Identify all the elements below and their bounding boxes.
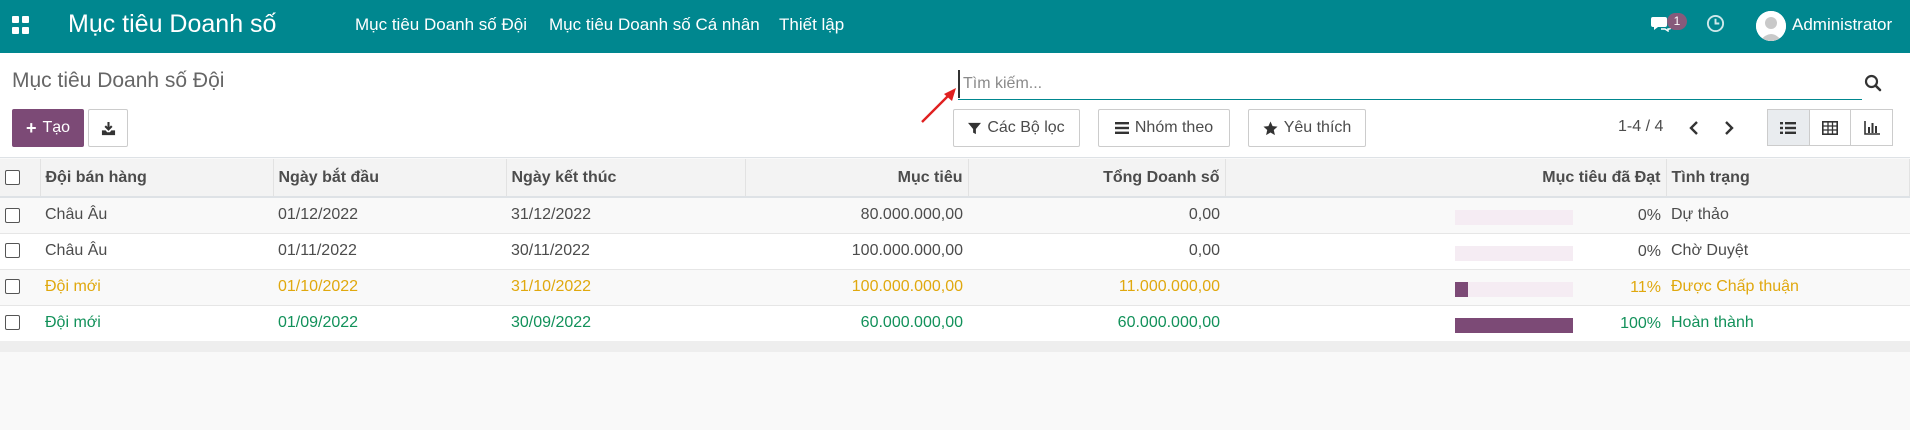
cell-total-sales: 60.000.000,00 bbox=[968, 305, 1225, 342]
table-grid-icon bbox=[1822, 120, 1838, 135]
cell-target: 60.000.000,00 bbox=[745, 305, 968, 342]
cell-status: Dự thảo bbox=[1666, 197, 1910, 234]
progress-fill bbox=[1455, 317, 1573, 333]
filter-icon bbox=[968, 122, 982, 134]
menu-team-targets[interactable]: Mục tiêu Doanh số Đội bbox=[355, 15, 527, 35]
col-team[interactable]: Đội bán hàng bbox=[40, 159, 274, 198]
group-by-label: Nhóm theo bbox=[1134, 119, 1214, 136]
progress-text: 0% bbox=[1637, 242, 1661, 260]
view-switcher bbox=[1767, 109, 1893, 146]
menu-personal-targets[interactable]: Mục tiêu Doanh số Cá nhân bbox=[549, 15, 760, 35]
filters-label: Các Bộ lọc bbox=[987, 119, 1065, 136]
list-view-icon bbox=[1780, 121, 1797, 134]
download-icon bbox=[101, 121, 115, 135]
progress-bar bbox=[1455, 210, 1573, 225]
progress-text: 100% bbox=[1620, 314, 1661, 332]
graph-view-button[interactable] bbox=[1851, 110, 1892, 145]
table-row[interactable]: Châu Âu 01/11/2022 30/11/2022 100.000.00… bbox=[0, 233, 1910, 270]
row-checkbox[interactable] bbox=[5, 279, 20, 295]
search-input[interactable] bbox=[958, 70, 1818, 98]
select-all-checkbox[interactable] bbox=[5, 169, 20, 185]
table-header-row: Đội bán hàng Ngày bắt đầu Ngày kết thúc … bbox=[0, 159, 1910, 198]
cell-team: Châu Âu bbox=[40, 233, 273, 270]
progress-bar bbox=[1455, 281, 1573, 297]
pivot-view-button[interactable] bbox=[1810, 110, 1852, 145]
cell-achieved: 0% bbox=[1225, 197, 1666, 234]
progress-bar bbox=[1455, 245, 1573, 261]
group-by-button[interactable]: Nhóm theo bbox=[1098, 109, 1230, 147]
avatar-icon bbox=[1756, 11, 1786, 41]
cell-team: Đội mới bbox=[40, 269, 273, 306]
clock-icon[interactable] bbox=[1706, 14, 1725, 33]
cell-start-date: 01/09/2022 bbox=[273, 305, 506, 342]
cell-start-date: 01/10/2022 bbox=[273, 269, 506, 306]
cell-end-date: 30/09/2022 bbox=[506, 305, 745, 342]
pager-next-button[interactable] bbox=[1717, 116, 1741, 140]
pager-previous-button[interactable] bbox=[1682, 116, 1706, 140]
breadcrumb: Mục tiêu Doanh số Đội bbox=[12, 69, 225, 92]
list-bars-icon bbox=[1114, 122, 1129, 134]
search-bar bbox=[958, 70, 1882, 100]
table-row[interactable]: Đội mới 01/10/2022 31/10/2022 100.000.00… bbox=[0, 269, 1910, 306]
cell-end-date: 31/12/2022 bbox=[506, 197, 745, 234]
col-total-sales[interactable]: Tổng Doanh số bbox=[968, 159, 1226, 198]
cell-target: 100.000.000,00 bbox=[745, 233, 968, 270]
chevron-left-icon bbox=[1689, 121, 1698, 135]
user-name[interactable]: Administrator bbox=[1792, 15, 1892, 35]
plus-icon: + bbox=[25, 117, 37, 138]
cell-team: Đội mới bbox=[40, 305, 273, 342]
download-button[interactable] bbox=[88, 109, 128, 147]
col-achieved[interactable]: Mục tiêu đã Đạt bbox=[1225, 159, 1667, 198]
top-navbar: Mục tiêu Doanh số Mục tiêu Doanh số Đội … bbox=[0, 0, 1910, 53]
progress-text: 0% bbox=[1637, 207, 1661, 224]
search-icon[interactable] bbox=[1864, 74, 1882, 92]
cell-total-sales: 0,00 bbox=[968, 197, 1225, 234]
row-checkbox[interactable] bbox=[5, 243, 20, 259]
cell-team: Châu Âu bbox=[40, 197, 273, 234]
cell-achieved: 11% bbox=[1225, 269, 1666, 306]
cell-status: Chờ Duyệt bbox=[1666, 233, 1910, 270]
list-view-button[interactable] bbox=[1768, 110, 1810, 145]
table-row[interactable]: Đội mới 01/09/2022 30/09/2022 60.000.000… bbox=[0, 305, 1910, 342]
chevron-right-icon bbox=[1725, 121, 1734, 135]
row-checkbox[interactable] bbox=[5, 315, 20, 331]
progress-text: 11% bbox=[1630, 278, 1661, 296]
apps-menu-icon[interactable] bbox=[12, 16, 30, 34]
create-button[interactable]: + Tạo bbox=[12, 109, 84, 147]
user-avatar[interactable] bbox=[1756, 11, 1786, 41]
progress-fill bbox=[1455, 281, 1468, 297]
favorites-label: Yêu thích bbox=[1283, 119, 1352, 136]
filters-button[interactable]: Các Bộ lọc bbox=[953, 109, 1080, 147]
favorites-button[interactable]: Yêu thích bbox=[1248, 109, 1366, 147]
cell-status: Hoàn thành bbox=[1666, 305, 1910, 342]
menu-settings[interactable]: Thiết lập bbox=[779, 15, 844, 35]
bar-chart-icon bbox=[1863, 120, 1880, 135]
col-start-date[interactable]: Ngày bắt đầu bbox=[273, 159, 507, 198]
col-end-date[interactable]: Ngày kết thúc bbox=[506, 159, 746, 198]
table-footer bbox=[0, 341, 1910, 352]
cell-target: 100.000.000,00 bbox=[745, 269, 968, 306]
table-row[interactable]: Châu Âu 01/12/2022 31/12/2022 80.000.000… bbox=[0, 197, 1910, 234]
star-icon bbox=[1263, 120, 1278, 135]
cell-achieved: 0% bbox=[1225, 233, 1666, 270]
app-brand[interactable]: Mục tiêu Doanh số bbox=[68, 10, 276, 39]
chat-count-badge: 1 bbox=[1667, 13, 1687, 30]
cell-achieved: 100% bbox=[1225, 305, 1666, 342]
cell-target: 80.000.000,00 bbox=[745, 197, 968, 234]
cell-end-date: 31/10/2022 bbox=[506, 269, 745, 306]
cell-total-sales: 0,00 bbox=[968, 233, 1225, 270]
create-label: Tạo bbox=[42, 119, 71, 136]
select-all-cell[interactable] bbox=[0, 159, 41, 198]
row-checkbox[interactable] bbox=[5, 207, 20, 223]
col-target[interactable]: Mục tiêu bbox=[745, 159, 969, 198]
pager-value[interactable]: 1-4 / 4 bbox=[1618, 118, 1663, 136]
col-status[interactable]: Tình trạng bbox=[1666, 159, 1910, 198]
cell-end-date: 30/11/2022 bbox=[506, 233, 745, 270]
cell-status: Được Chấp thuận bbox=[1666, 269, 1910, 306]
cell-start-date: 01/11/2022 bbox=[273, 233, 506, 270]
list-table: Đội bán hàng Ngày bắt đầu Ngày kết thúc … bbox=[0, 159, 1910, 342]
cell-start-date: 01/12/2022 bbox=[273, 197, 506, 234]
cell-total-sales: 11.000.000,00 bbox=[968, 269, 1225, 306]
progress-bar bbox=[1455, 317, 1573, 333]
